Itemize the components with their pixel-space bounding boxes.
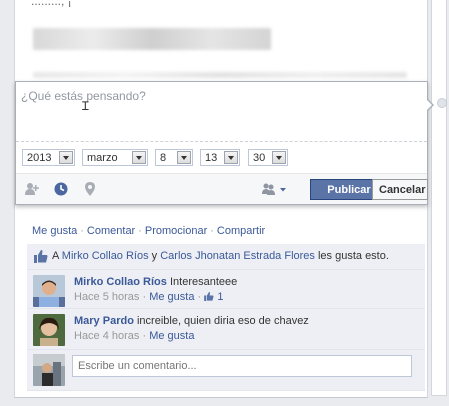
likes-text: A Mirko Collao Ríos y Carlos Jhonatan Es… xyxy=(52,250,389,262)
year-value: 2013 xyxy=(27,152,52,164)
month-value: marzo xyxy=(87,152,118,164)
minute-value: 30 xyxy=(253,152,266,164)
likes-conj: y xyxy=(151,250,158,262)
comment-text: Interesanteee xyxy=(169,276,238,288)
composer-pointer xyxy=(426,98,434,112)
comment-author[interactable]: Mirko Collao Ríos xyxy=(74,276,167,288)
comment-author[interactable]: Mary Pardo xyxy=(74,315,134,327)
right-rail-panel xyxy=(431,0,447,396)
composer-footer: Publicar Cancelar xyxy=(16,173,428,204)
comment-like-link[interactable]: Me gusta xyxy=(149,291,194,303)
comment-like-link[interactable]: Me gusta xyxy=(149,330,194,342)
blurred-post-text xyxy=(33,28,271,50)
dropdown-arrow-icon xyxy=(224,151,238,164)
avatar xyxy=(33,354,65,386)
thumbs-up-icon xyxy=(204,292,214,301)
divider xyxy=(16,141,427,142)
dropdown-arrow-icon xyxy=(272,151,286,164)
day-value: 8 xyxy=(160,152,167,164)
year-select[interactable]: 2013 xyxy=(22,149,75,166)
comment-item: Mirko Collao Ríos Interesanteee Hace 5 h… xyxy=(27,270,425,309)
likes-summary: A Mirko Collao Ríos y Carlos Jhonatan Es… xyxy=(27,244,425,270)
comment-input[interactable] xyxy=(72,355,412,377)
likes-suffix: les gusta esto. xyxy=(317,250,389,262)
schedule-post-composer: Ɪ 2013 marzo 8 13 30 Publicar Cancelar xyxy=(15,81,434,205)
clock-icon[interactable] xyxy=(54,182,68,196)
text-cursor-icon: Ɪ xyxy=(82,99,89,113)
comment-item: Mary Pardo increible, quien diria eso de… xyxy=(27,309,425,350)
right-rail xyxy=(427,0,449,406)
likes-prefix: A xyxy=(52,250,59,262)
write-comment-row xyxy=(27,350,425,391)
add-friend-icon[interactable] xyxy=(25,182,39,196)
like-count: 1 xyxy=(217,291,224,303)
hour-select[interactable]: 13 xyxy=(200,149,240,166)
location-pin-icon[interactable] xyxy=(83,182,97,196)
separator: · xyxy=(210,225,214,237)
comment-time[interactable]: Hace 4 horas xyxy=(74,330,139,342)
post-text-fragment: ........., ¡ xyxy=(31,0,72,8)
comment-body: Mary Pardo increible, quien diria eso de… xyxy=(74,315,414,342)
liker-link[interactable]: Carlos Jhonatan Estrada Flores xyxy=(160,250,315,262)
day-select[interactable]: 8 xyxy=(155,149,193,166)
like-link[interactable]: Me gusta xyxy=(32,225,77,237)
comment-body: Mirko Collao Ríos Interesanteee Hace 5 h… xyxy=(74,276,414,303)
dropdown-arrow-icon xyxy=(59,151,73,164)
status-textarea[interactable] xyxy=(16,82,426,145)
scroll-indicator[interactable] xyxy=(437,98,447,108)
comment-meta: Hace 4 horas · Me gusta xyxy=(74,330,195,342)
thumbs-up-icon xyxy=(34,250,48,263)
share-link[interactable]: Compartir xyxy=(217,225,265,237)
cancel-button[interactable]: Cancelar xyxy=(372,179,428,200)
minute-select[interactable]: 30 xyxy=(248,149,288,166)
story-actions: Me gusta · Comentar · Promocionar · Compartir xyxy=(32,225,265,237)
avatar[interactable] xyxy=(33,275,65,307)
separator: · xyxy=(138,225,142,237)
comment-like-count[interactable]: 1 xyxy=(204,291,223,303)
comment-time[interactable]: Hace 5 horas xyxy=(74,291,139,303)
comment-text: increible, quien diria eso de chavez xyxy=(136,315,309,327)
blurred-post-text xyxy=(33,72,407,78)
liker-link[interactable]: Mirko Collao Ríos xyxy=(62,250,149,262)
dropdown-arrow-icon xyxy=(132,151,146,164)
hour-value: 13 xyxy=(205,152,218,164)
month-select[interactable]: marzo xyxy=(82,149,148,166)
separator: · xyxy=(80,225,84,237)
avatar[interactable] xyxy=(33,314,65,346)
dropdown-arrow-icon xyxy=(177,151,191,164)
comment-meta: Hace 5 horas · Me gusta · 1 xyxy=(74,291,224,303)
comment-link[interactable]: Comentar xyxy=(87,225,135,237)
promote-link[interactable]: Promocionar xyxy=(145,225,207,237)
friends-audience-icon[interactable] xyxy=(262,182,290,196)
